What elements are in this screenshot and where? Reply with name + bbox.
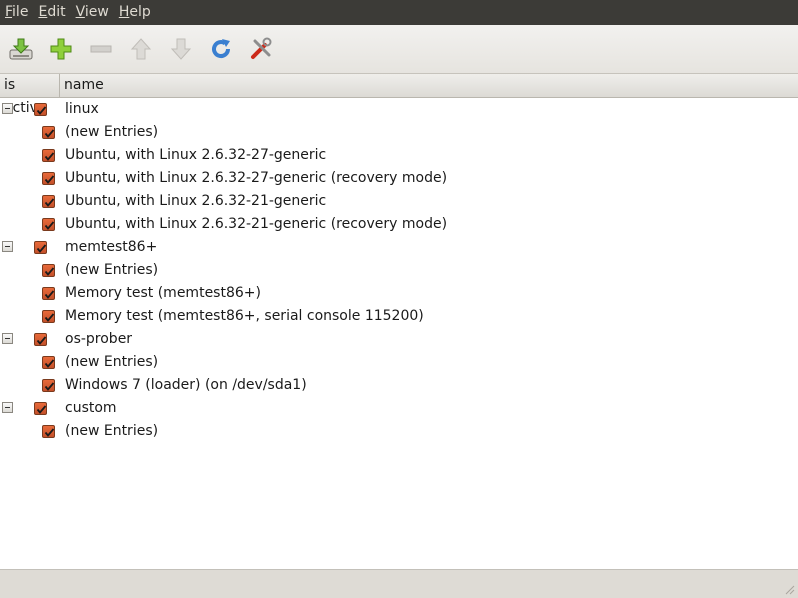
group-name: linux — [65, 101, 99, 117]
tree-entry-row[interactable]: (new Entries) — [0, 420, 798, 443]
collapse-expander-icon[interactable] — [2, 103, 13, 114]
entry-name: Ubuntu, with Linux 2.6.32-21-generic — [65, 193, 327, 209]
active-checkbox[interactable] — [42, 287, 55, 300]
save-icon — [9, 38, 33, 60]
add-button[interactable] — [47, 35, 75, 63]
menu-view[interactable]: View — [71, 0, 114, 25]
entry-name: Memory test (memtest86+, serial console … — [65, 308, 424, 324]
entry-name: Ubuntu, with Linux 2.6.32-27-generic — [65, 147, 327, 163]
move-down-icon — [170, 38, 192, 60]
entry-name: Windows 7 (loader) (on /dev/sda1) — [65, 377, 307, 393]
active-checkbox[interactable] — [42, 264, 55, 277]
tree-entry-row[interactable]: (new Entries) — [0, 259, 798, 282]
entry-name: Memory test (memtest86+) — [65, 285, 261, 301]
tree-entry-row[interactable]: Ubuntu, with Linux 2.6.32-27-generic — [0, 144, 798, 167]
move-up-icon — [130, 38, 152, 60]
group-name: custom — [65, 400, 117, 416]
group-name: memtest86+ — [65, 239, 158, 255]
tree-entry-row[interactable]: Memory test (memtest86+, serial console … — [0, 305, 798, 328]
tree-entry-row[interactable]: (new Entries) — [0, 121, 798, 144]
tree-group-row[interactable]: custom — [0, 397, 798, 420]
resize-grip-icon[interactable] — [783, 583, 795, 595]
active-checkbox[interactable] — [42, 126, 55, 139]
move-down-button[interactable] — [167, 35, 195, 63]
entry-name: Ubuntu, with Linux 2.6.32-21-generic (re… — [65, 216, 448, 232]
column-name[interactable]: name — [60, 74, 104, 97]
collapse-expander-icon[interactable] — [2, 333, 13, 344]
group-name: os-prober — [65, 331, 133, 347]
tree-group-row[interactable]: memtest86+ — [0, 236, 798, 259]
active-checkbox[interactable] — [34, 402, 47, 415]
active-checkbox[interactable] — [42, 149, 55, 162]
entry-name: (new Entries) — [65, 354, 159, 370]
entry-name: (new Entries) — [65, 262, 159, 278]
save-button[interactable] — [7, 35, 35, 63]
collapse-expander-icon[interactable] — [2, 402, 13, 413]
remove-icon — [90, 45, 112, 53]
active-checkbox[interactable] — [42, 310, 55, 323]
active-checkbox[interactable] — [42, 172, 55, 185]
preferences-button[interactable] — [247, 35, 275, 63]
move-up-button[interactable] — [127, 35, 155, 63]
tree-entry-row[interactable]: Ubuntu, with Linux 2.6.32-21-generic (re… — [0, 213, 798, 236]
menu-edit[interactable]: Edit — [33, 0, 70, 25]
active-checkbox[interactable] — [42, 356, 55, 369]
tree-entry-row[interactable]: Windows 7 (loader) (on /dev/sda1) — [0, 374, 798, 397]
toolbar — [0, 25, 798, 74]
remove-button[interactable] — [87, 35, 115, 63]
tree-entry-row[interactable]: Memory test (memtest86+) — [0, 282, 798, 305]
column-header: is active name — [0, 74, 798, 116]
preferences-icon — [251, 37, 272, 59]
menubar: File Edit View Help — [0, 0, 798, 25]
add-icon — [50, 38, 72, 60]
active-checkbox[interactable] — [42, 218, 55, 231]
statusbar — [0, 569, 798, 598]
tree-entry-row[interactable]: (new Entries) — [0, 351, 798, 374]
entry-name: (new Entries) — [65, 423, 159, 439]
active-checkbox[interactable] — [42, 379, 55, 392]
active-checkbox[interactable] — [34, 333, 47, 346]
column-is-active[interactable]: is active — [0, 74, 60, 116]
active-checkbox[interactable] — [42, 425, 55, 438]
tree-entry-row[interactable]: Ubuntu, with Linux 2.6.32-27-generic (re… — [0, 167, 798, 190]
reload-icon — [212, 39, 231, 59]
tree-group-row[interactable]: os-prober — [0, 328, 798, 351]
active-checkbox[interactable] — [42, 195, 55, 208]
menu-help[interactable]: Help — [114, 0, 156, 25]
tree-group-row[interactable]: linux — [0, 98, 798, 121]
menu-file[interactable]: File — [0, 0, 33, 25]
active-checkbox[interactable] — [34, 103, 47, 116]
collapse-expander-icon[interactable] — [2, 241, 13, 252]
entries-tree: linux (new Entries) Ubuntu, with Linux 2.6… — [0, 98, 798, 443]
entry-name: (new Entries) — [65, 124, 159, 140]
entry-name: Ubuntu, with Linux 2.6.32-27-generic (re… — [65, 170, 448, 186]
active-checkbox[interactable] — [34, 241, 47, 254]
tree-entry-row[interactable]: Ubuntu, with Linux 2.6.32-21-generic — [0, 190, 798, 213]
reload-button[interactable] — [207, 35, 235, 63]
